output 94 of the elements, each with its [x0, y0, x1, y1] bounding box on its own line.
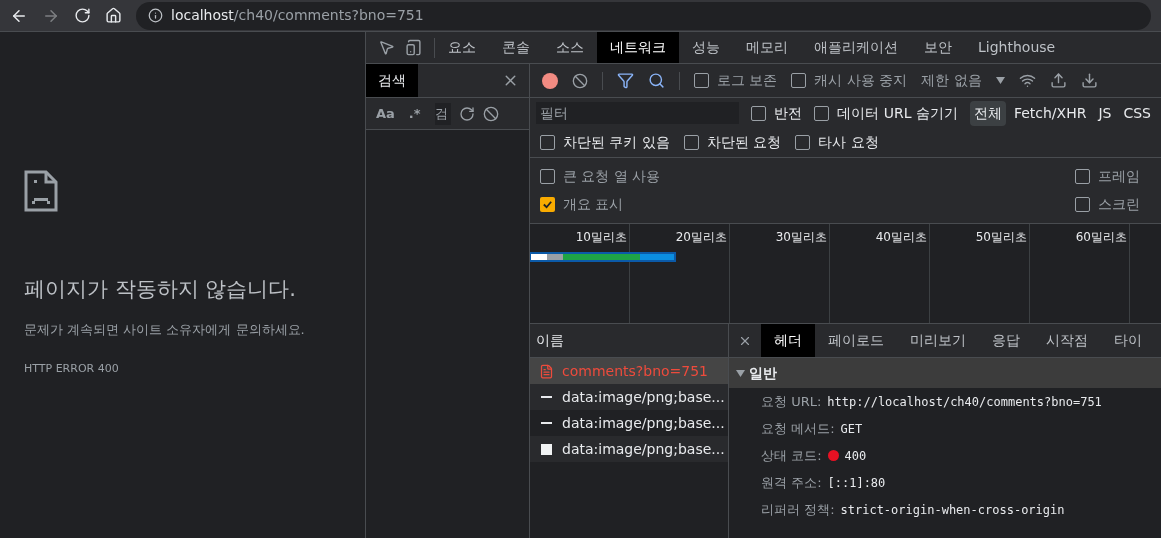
checkbox[interactable]	[795, 135, 811, 150]
details-tab[interactable]: 응답	[979, 324, 1033, 357]
match-case-button[interactable]: Aa	[376, 103, 395, 124]
devtools-tab[interactable]: 콘솔	[489, 32, 543, 63]
search-field[interactable]: 검	[434, 102, 451, 125]
checkbox-label: 캐시 사용 중지	[814, 71, 908, 90]
header-name: 상태 코드:	[761, 446, 822, 465]
dash-icon	[541, 396, 552, 398]
type-filter-button[interactable]: JS	[1094, 100, 1116, 126]
inspect-icon[interactable]	[378, 39, 395, 56]
checkbox[interactable]	[540, 168, 555, 184]
details-tab[interactable]: 헤더	[761, 324, 815, 357]
upload-icon[interactable]	[1049, 72, 1067, 89]
section-header[interactable]: 일반	[729, 358, 1161, 388]
devtools-tab[interactable]: 애플리케이션	[801, 32, 911, 63]
header-name: 리퍼러 정책:	[761, 500, 835, 519]
timeline-tick-label: 20밀리초	[675, 229, 727, 246]
devtools-tab[interactable]: 보안	[911, 32, 965, 63]
request-row[interactable]: data:image/png;base...	[530, 436, 728, 462]
checkbox[interactable]	[540, 197, 555, 213]
network-conditions-icon[interactable]	[1018, 72, 1036, 89]
filter-icon[interactable]	[617, 72, 634, 89]
checkbox[interactable]	[694, 73, 709, 88]
regex-button[interactable]: .*	[402, 103, 427, 124]
refresh-icon[interactable]	[458, 105, 475, 122]
download-icon[interactable]	[1080, 72, 1098, 89]
header-value: strict-origin-when-cross-origin	[840, 501, 1065, 519]
error-title: 페이지가 작동하지 않습니다.	[24, 276, 298, 303]
timeline-tick-label: 30밀리초	[775, 229, 827, 246]
expand-triangle-icon	[736, 369, 745, 377]
document-icon	[539, 363, 554, 379]
type-filter-button[interactable]: 전체	[969, 100, 1006, 126]
details-tab[interactable]: 타이	[1101, 324, 1155, 357]
checkbox[interactable]	[791, 73, 807, 88]
dash-icon	[541, 422, 552, 424]
checkbox-label: 타사 요청	[818, 133, 879, 152]
devtools-tab[interactable]: 성능	[679, 32, 733, 63]
name-column-header[interactable]: 이름	[530, 324, 728, 358]
devtools-tab[interactable]: 소스	[543, 32, 597, 63]
throttling-dropdown[interactable]: 제한 없음	[921, 70, 1005, 91]
sad-page-icon	[24, 170, 58, 212]
devtools-tab[interactable]: 요소	[435, 32, 489, 63]
timeline-tick-label: 10밀리초	[575, 229, 627, 246]
header-name: 원격 주소:	[761, 473, 822, 492]
search-panel-tab[interactable]: 검색	[366, 64, 418, 97]
info-icon[interactable]	[148, 8, 163, 23]
home-icon[interactable]	[105, 7, 122, 24]
device-toggle-icon[interactable]	[405, 39, 422, 56]
timeline-tick-label: 50밀리초	[975, 229, 1027, 246]
error-code: HTTP ERROR 400	[24, 361, 120, 377]
checkbox[interactable]	[814, 105, 830, 121]
timeline-tick-label: 60밀리초	[1075, 229, 1127, 246]
checkbox-label: 데이터 URL 숨기기	[837, 103, 958, 123]
devtools-tab[interactable]: 네트워크	[597, 32, 679, 63]
header-value: [::1]:80	[827, 474, 886, 492]
checkbox[interactable]	[540, 135, 555, 150]
checkbox-label: 스크린	[1098, 195, 1140, 215]
image-icon	[541, 443, 552, 455]
timeline-tick-label: 40밀리초	[875, 229, 927, 246]
checkbox[interactable]	[1075, 168, 1090, 184]
filter-field[interactable]: 필터	[536, 102, 740, 124]
header-name: 요청 메서드:	[761, 419, 835, 438]
clear-icon[interactable]	[572, 72, 588, 89]
checkbox-label: 차단된 요청	[706, 133, 782, 152]
header-value: http://localhost/ch40/comments?bno=751	[827, 393, 1102, 411]
address-bar[interactable]: localhost/ch40/comments?bno=751	[136, 1, 1151, 30]
clear-icon[interactable]	[482, 105, 499, 122]
checkbox[interactable]	[1075, 197, 1090, 213]
details-tab[interactable]: 미리보기	[897, 324, 979, 357]
checkbox-label: 차단된 쿠키 있음	[563, 133, 670, 152]
url-text: localhost/ch40/comments?bno=751	[171, 6, 424, 25]
type-filter-button[interactable]: CSS	[1119, 100, 1155, 126]
checkbox-label: 반전	[774, 103, 803, 123]
details-tab[interactable]: 페이로드	[815, 324, 897, 357]
header-name: 요청 URL:	[761, 392, 822, 411]
devtools-tab[interactable]: Lighthouse	[965, 32, 1069, 63]
checkbox-label: 로그 보존	[717, 71, 778, 90]
checkbox-label: 큰 요청 열 사용	[563, 166, 661, 186]
reload-icon[interactable]	[74, 7, 91, 24]
checkbox[interactable]	[751, 105, 767, 121]
details-tab[interactable]: 시작점	[1033, 324, 1101, 357]
type-filter-button[interactable]: Fetch/XHR	[1009, 100, 1091, 126]
dropdown-triangle-icon	[995, 77, 1005, 84]
checkbox[interactable]	[683, 135, 699, 150]
error-message: 문제가 계속되면 사이트 소유자에게 문의하세요.	[24, 320, 306, 339]
checkbox-label: 프레임	[1098, 166, 1140, 186]
record-button[interactable]	[542, 72, 558, 89]
header-value: GET	[840, 420, 863, 438]
devtools-tab[interactable]: 메모리	[733, 32, 801, 63]
checkmark-icon	[542, 199, 553, 211]
search-icon[interactable]	[648, 72, 665, 89]
request-row[interactable]: data:image/png;base...	[530, 384, 728, 410]
header-value: 400	[844, 447, 867, 465]
checkbox-label: 개요 표시	[563, 195, 624, 215]
